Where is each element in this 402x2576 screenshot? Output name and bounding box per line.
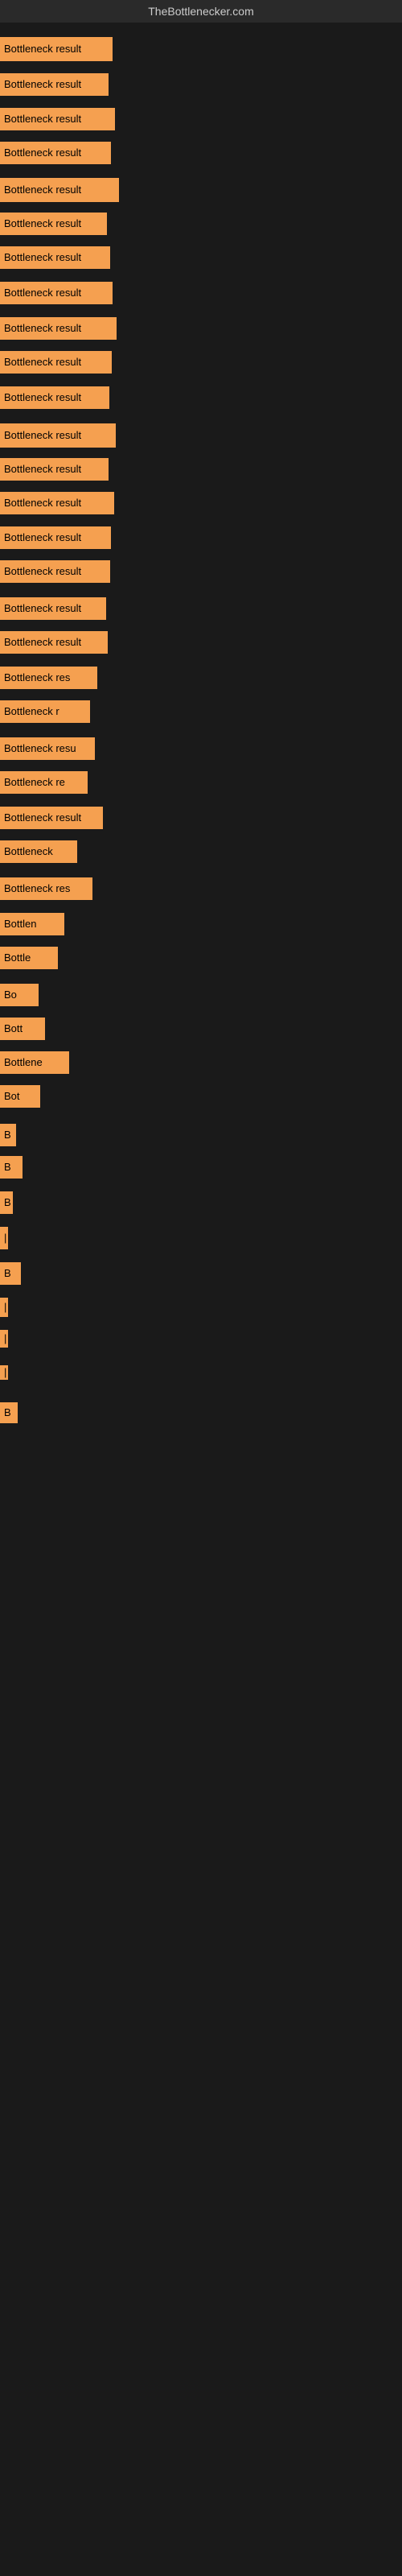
site-title: TheBottlenecker.com	[0, 0, 402, 23]
bottleneck-bar: |	[0, 1330, 8, 1348]
bottleneck-bar: Bottle	[0, 947, 58, 969]
bottleneck-bar: Bottleneck res	[0, 877, 92, 900]
bottleneck-bar: Bottleneck result	[0, 597, 106, 620]
bottleneck-bar: B	[0, 1124, 16, 1146]
bottleneck-bar: Bottleneck result	[0, 317, 117, 340]
bottleneck-bar: Bottleneck result	[0, 178, 119, 202]
bottleneck-bar: Bottleneck result	[0, 492, 114, 514]
bottleneck-bar: |	[0, 1298, 8, 1317]
bottleneck-bar: Bottlen	[0, 913, 64, 935]
bottleneck-bar: Bottleneck result	[0, 246, 110, 269]
bottleneck-bar: Bottleneck result	[0, 560, 110, 583]
bottleneck-bar: Bottleneck	[0, 840, 77, 863]
bottleneck-bar: Bot	[0, 1085, 40, 1108]
bottleneck-bar: B	[0, 1262, 21, 1285]
bottleneck-bar: |	[0, 1227, 8, 1249]
bottleneck-bar: Bottleneck re	[0, 771, 88, 794]
bottleneck-bar: B	[0, 1156, 23, 1179]
bottleneck-bar: Bottleneck res	[0, 667, 97, 689]
bottleneck-bar: Bottleneck result	[0, 351, 112, 374]
bottleneck-bar: Bottleneck result	[0, 807, 103, 829]
bottleneck-bar: B	[0, 1402, 18, 1423]
bottleneck-bar: Bott	[0, 1018, 45, 1040]
bottleneck-bar: Bottleneck result	[0, 386, 109, 409]
bottleneck-bar: B	[0, 1191, 13, 1214]
bottleneck-bar: Bottleneck result	[0, 423, 116, 448]
bottleneck-bar: Bottleneck resu	[0, 737, 95, 760]
bottleneck-bar: Bottlene	[0, 1051, 69, 1074]
bottleneck-bar: Bottleneck result	[0, 37, 113, 61]
bottleneck-bar: Bottleneck result	[0, 108, 115, 130]
bottleneck-bar: Bottleneck result	[0, 526, 111, 549]
bottleneck-bar: Bottleneck result	[0, 213, 107, 235]
bottleneck-bar: Bottleneck result	[0, 631, 108, 654]
bars-container: Bottleneck result Bottleneck result Bottle…	[0, 23, 402, 2558]
bottleneck-bar: Bottleneck result	[0, 282, 113, 304]
bottleneck-bar: Bottleneck result	[0, 458, 109, 481]
bottleneck-bar: Bottleneck result	[0, 73, 109, 96]
bottleneck-bar: |	[0, 1365, 8, 1380]
bottleneck-bar: Bottleneck result	[0, 142, 111, 164]
bottleneck-bar: Bottleneck r	[0, 700, 90, 723]
bottleneck-bar: Bo	[0, 984, 39, 1006]
